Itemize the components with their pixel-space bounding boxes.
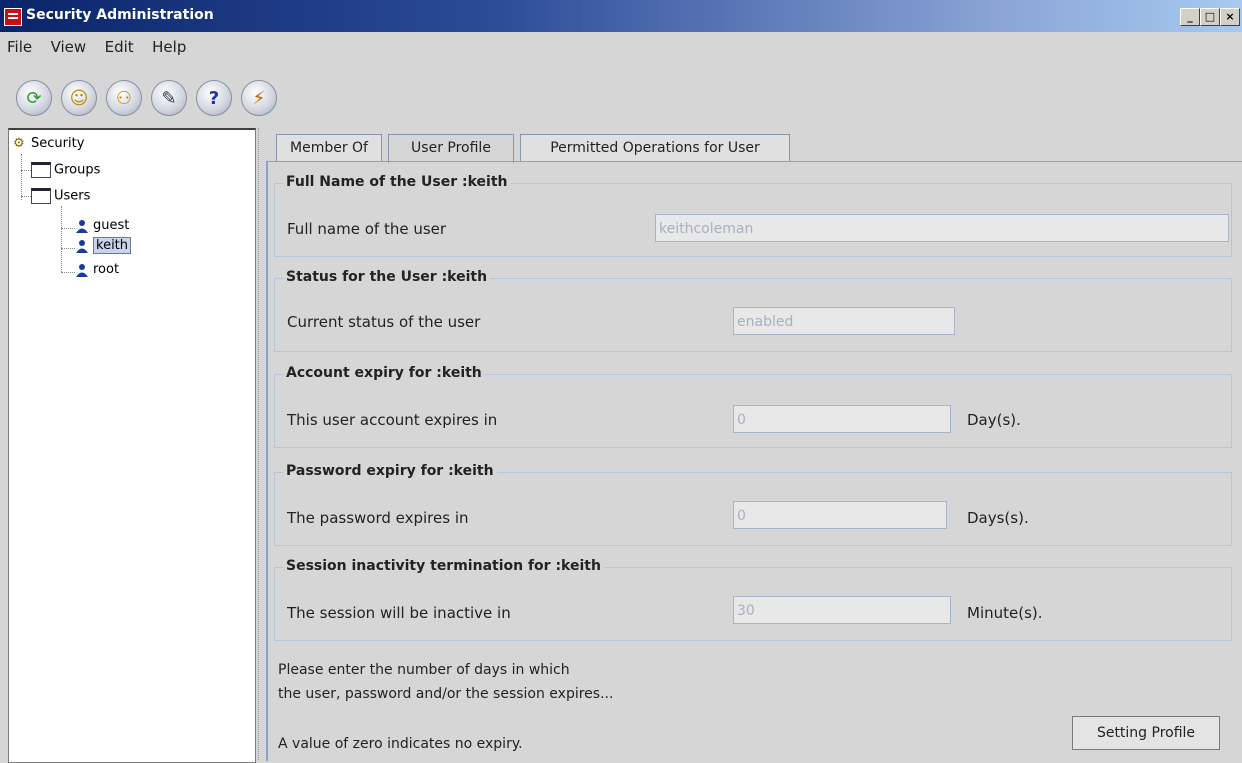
account-expiry-field[interactable]: 0 [733,405,951,433]
account-expiry-group: Account expiry for :keith This user acco… [274,365,1232,448]
tab-member-of[interactable]: Member Of [276,134,382,161]
add-group-icon[interactable]: ⚇ [106,80,142,116]
menu-view[interactable]: View [44,36,94,58]
menu-edit[interactable]: Edit [98,36,141,58]
close-button[interactable]: × [1220,8,1240,26]
section-title: Full Name of the User :keith [283,174,511,190]
tree-node-users[interactable]: Users [31,188,90,204]
fullname-group: Full Name of the User :keith Full name o… [274,174,1232,257]
setting-profile-button[interactable]: Setting Profile [1072,716,1220,750]
tree-user-root[interactable]: root [75,262,119,277]
tree-user-keith[interactable]: keith [75,237,132,254]
menu-file[interactable]: File [0,36,39,58]
folder-icon [31,188,51,204]
tab-user-profile[interactable]: User Profile [388,134,514,163]
password-expiry-label: The password expires in [287,509,469,527]
exit-icon[interactable]: ⚡ [241,80,277,116]
maximize-button[interactable]: □ [1200,8,1220,26]
tree-node-groups[interactable]: Groups [31,162,100,178]
toolbar: ⟳ ☺ ⚇ ✎ ? ⚡ [16,80,277,116]
app-icon [4,8,22,26]
section-title: Password expiry for :keith [283,463,497,479]
edit-icon[interactable]: ✎ [151,80,187,116]
tree-node-security[interactable]: ⚙ Security [13,136,84,151]
fullname-label: Full name of the user [287,220,447,238]
session-inactivity-label: The session will be inactive in [287,604,511,622]
tree-label: Security [31,136,85,151]
user-icon [76,263,88,277]
add-user-icon[interactable]: ☺ [61,80,97,116]
account-expiry-label: This user account expires in [287,411,498,429]
fullname-field[interactable]: keithcoleman [655,214,1229,242]
user-icon [76,239,88,253]
note-line-1: Please enter the number of days in which [278,662,570,678]
title-bar: Security Administration _ □ × [0,0,1242,32]
minimize-button[interactable]: _ [1180,8,1200,26]
password-expiry-group: Password expiry for :keith The password … [274,463,1232,546]
session-inactivity-field[interactable]: 30 [733,596,951,624]
menu-bar: File View Edit Help [0,36,193,58]
password-expiry-unit: Days(s). [967,509,1029,527]
tree-label-selected: keith [93,237,132,254]
password-expiry-field[interactable]: 0 [733,501,947,529]
window-title: Security Administration [26,7,214,23]
security-tree[interactable]: ⚙ Security Groups Users guest keith root [8,128,256,763]
session-inactivity-group: Session inactivity termination for :keit… [274,558,1232,641]
session-inactivity-unit: Minute(s). [967,604,1043,622]
status-label: Current status of the user [287,313,481,331]
help-icon[interactable]: ? [196,80,232,116]
note-line-3: A value of zero indicates no expiry. [278,736,523,752]
section-title: Account expiry for :keith [283,365,485,381]
status-group: Status for the User :keith Current statu… [274,269,1232,352]
folder-icon [31,162,51,178]
gears-icon: ⚙ [13,136,25,151]
tree-label: Users [54,188,91,204]
account-expiry-unit: Day(s). [967,411,1021,429]
tab-permitted-operations[interactable]: Permitted Operations for User [520,134,790,161]
tree-label: root [93,262,120,277]
note-line-2: the user, password and/or the session ex… [278,686,614,702]
section-title: Status for the User :keith [283,269,491,285]
tree-label: Groups [54,162,101,178]
tree-user-guest[interactable]: guest [75,218,129,233]
section-title: Session inactivity termination for :keit… [283,558,604,574]
refresh-icon[interactable]: ⟳ [16,80,52,116]
status-field[interactable]: enabled [733,307,955,335]
menu-help[interactable]: Help [145,36,193,58]
user-profile-panel: Full Name of the User :keith Full name o… [266,161,1242,761]
user-icon [76,219,88,233]
tree-label: guest [93,218,130,233]
